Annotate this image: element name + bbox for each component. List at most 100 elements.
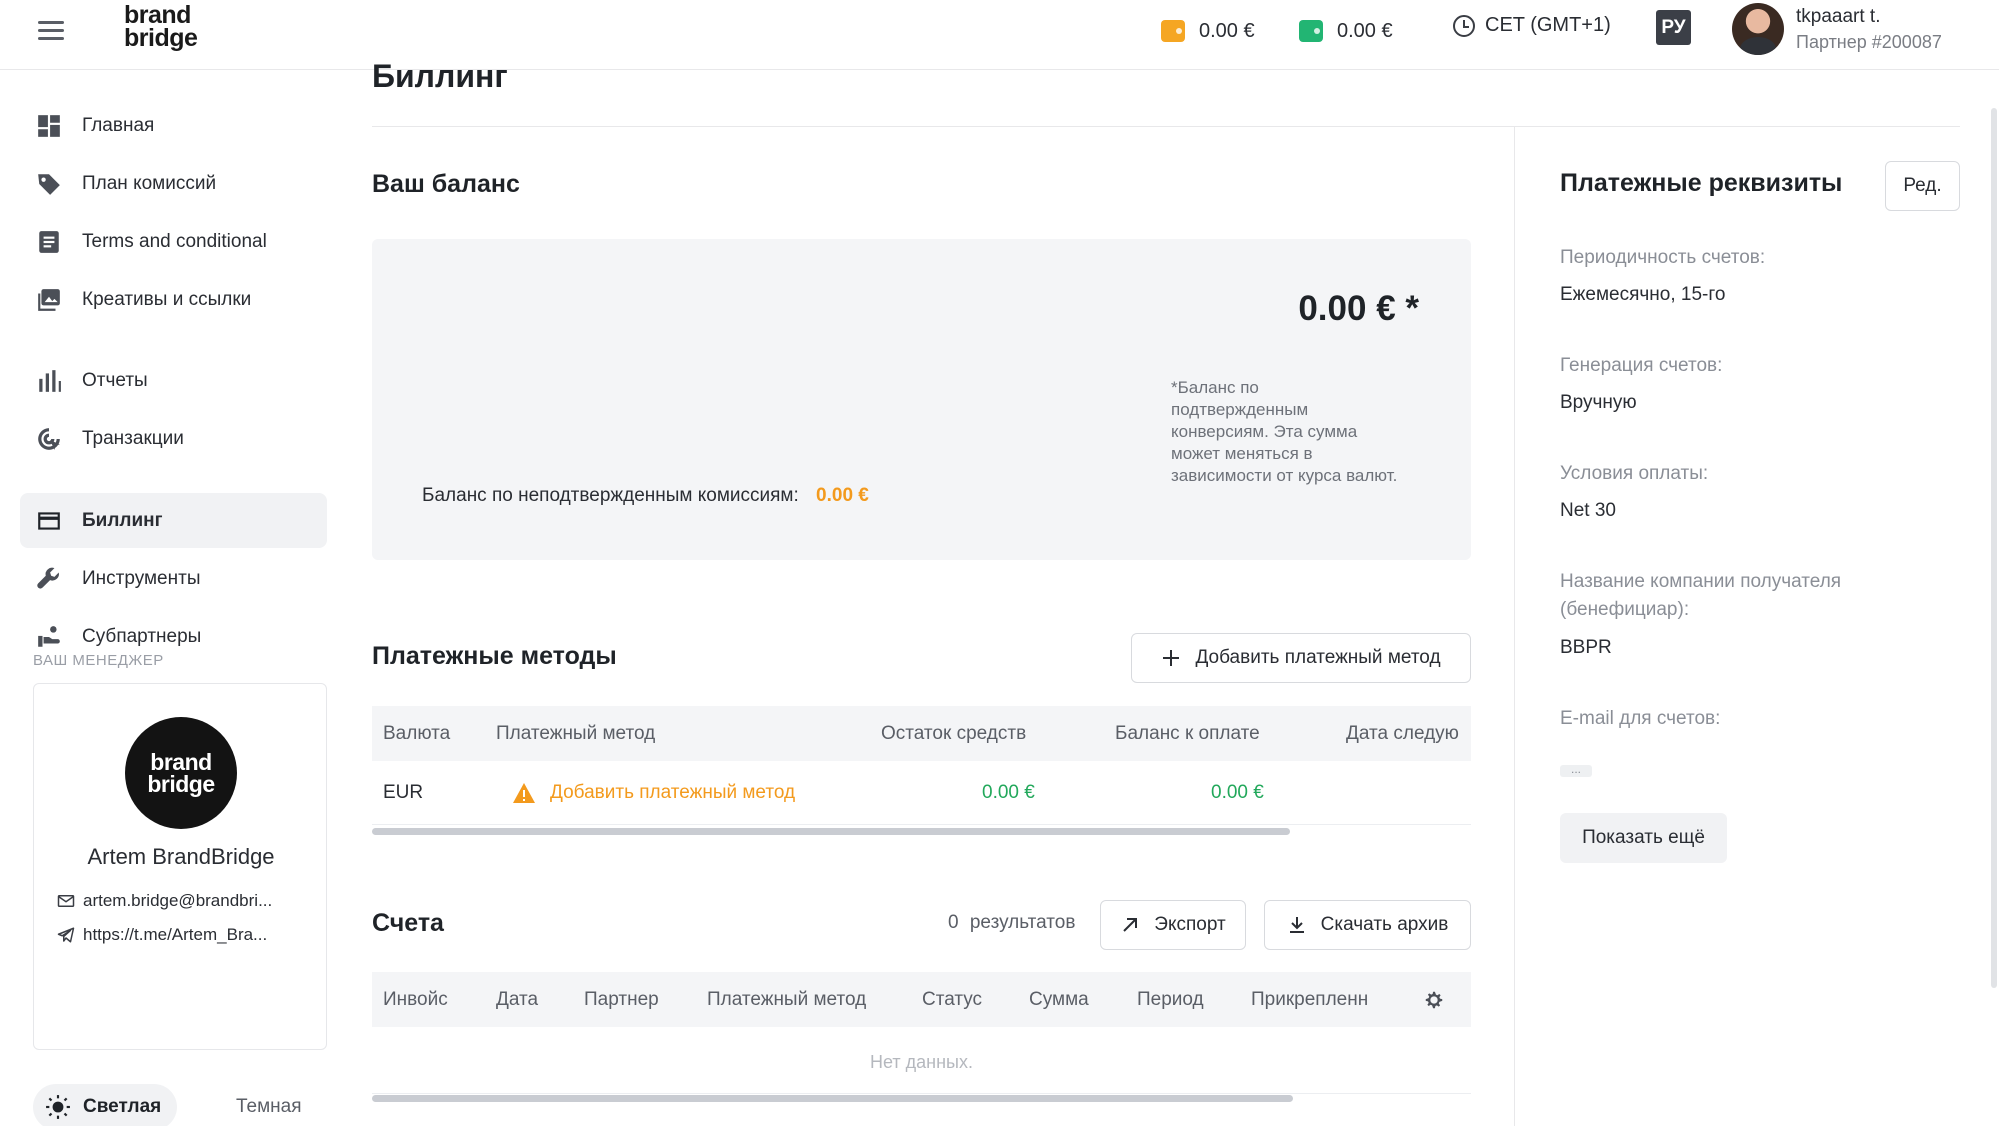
- document-icon: [36, 229, 62, 255]
- sidebar-item-home[interactable]: Главная: [20, 98, 327, 153]
- payment-methods-table-header: Валюта Платежный метод Остаток средств Б…: [372, 706, 1471, 761]
- column-header[interactable]: Инвойс: [383, 972, 448, 1027]
- results-count-value: 0: [948, 912, 959, 933]
- currency-cell: EUR: [383, 782, 424, 803]
- manager-logo-line-2: bridge: [147, 771, 215, 797]
- theme-light-toggle[interactable]: Светлая: [33, 1084, 178, 1126]
- user-avatar[interactable]: [1732, 3, 1784, 55]
- sidebar-item-reports[interactable]: Отчеты: [20, 353, 327, 408]
- sidebar-item-transactions[interactable]: Транзакции: [20, 411, 327, 466]
- sun-icon: [46, 1095, 70, 1119]
- detail-label: Название компании получателя (бенефициар…: [1560, 571, 1842, 620]
- invoices-table-header: Инвойс Дата Партнер Платежный метод Стат…: [372, 972, 1471, 1027]
- sidebar-item-creatives[interactable]: Креативы и ссылки: [20, 272, 327, 327]
- invoices-heading: Счета: [372, 909, 444, 937]
- column-header[interactable]: Остаток средств: [881, 706, 1026, 761]
- detail-value-truncated: ...: [1560, 763, 1592, 777]
- logo-line-2: bridge: [124, 24, 198, 52]
- download-archive-button[interactable]: Скачать архив: [1264, 900, 1471, 950]
- theme-light-label: Светлая: [83, 1096, 162, 1117]
- edit-details-button[interactable]: Ред.: [1885, 161, 1960, 211]
- download-archive-label: Скачать архив: [1320, 914, 1449, 935]
- manager-logo-line-1: brand: [150, 749, 212, 775]
- dashboard-icon: [36, 113, 62, 139]
- column-header[interactable]: Сумма: [1029, 972, 1089, 1027]
- column-header[interactable]: Дата следую: [1346, 706, 1471, 761]
- manager-telegram[interactable]: https://t.me/Artem_Bra...: [57, 925, 317, 945]
- timezone-label: CET (GMT+1): [1485, 14, 1611, 36]
- arrow-up-right-icon: [1123, 918, 1138, 932]
- gear-icon[interactable]: [1423, 989, 1445, 1011]
- sidebar-item-label: Креативы и ссылки: [82, 288, 252, 310]
- wallet-balance-1[interactable]: 0.00 €: [1161, 16, 1255, 46]
- detail-value: Ежемесячно, 15-го: [1560, 284, 1726, 305]
- export-button[interactable]: Экспорт: [1100, 900, 1246, 950]
- column-header[interactable]: Валюта: [383, 706, 450, 761]
- column-header[interactable]: Платежный метод: [707, 972, 866, 1027]
- manager-email[interactable]: artem.bridge@brandbri...: [57, 891, 317, 911]
- column-header[interactable]: Дата: [496, 972, 538, 1027]
- timezone-selector[interactable]: CET (GMT+1): [1453, 14, 1611, 37]
- manager-telegram-text: https://t.me/Artem_Bra...: [83, 925, 268, 944]
- detail-value: Net 30: [1560, 500, 1616, 521]
- theme-dark-toggle[interactable]: Темная: [198, 1084, 302, 1126]
- sidebar-item-label: Биллинг: [82, 509, 163, 531]
- wrench-icon: [36, 566, 62, 592]
- wallet-icon: [1161, 20, 1185, 42]
- remaining-cell: 0.00 €: [982, 782, 1035, 803]
- show-more-button[interactable]: Показать ещё: [1560, 813, 1727, 863]
- sidebar-item-tools[interactable]: Инструменты: [20, 551, 327, 606]
- image-icon: [36, 287, 62, 313]
- horizontal-scrollbar[interactable]: [372, 1095, 1293, 1102]
- sidebar-item-label: Отчеты: [82, 369, 148, 391]
- sidebar-item-commission-plan[interactable]: План комиссий: [20, 156, 327, 211]
- wallet-icon: [1299, 20, 1323, 42]
- column-header[interactable]: Партнер: [584, 972, 659, 1027]
- sidebar-item-terms[interactable]: Terms and conditional: [20, 214, 327, 269]
- wallet-balance-1-value: 0.00 €: [1199, 19, 1255, 42]
- add-method-link[interactable]: Добавить платежный метод: [512, 761, 795, 825]
- partner-id: Партнер #200087: [1796, 32, 1942, 52]
- manager-avatar: brand bridge: [125, 717, 237, 829]
- user-name[interactable]: tkpaaart t.: [1796, 6, 1881, 28]
- results-count: 0 результатов: [948, 912, 1075, 934]
- wallet-balance-2-value: 0.00 €: [1337, 19, 1393, 42]
- language-switcher[interactable]: РУ: [1656, 10, 1691, 45]
- clock-icon: [1453, 14, 1475, 37]
- confirmed-balance: 0.00 € *: [1298, 289, 1419, 328]
- top-header: brand bridge 0.00 € 0.00 € CET (GMT+1) Р…: [0, 0, 1999, 70]
- detail-label: Условия оплаты:: [1560, 463, 1709, 484]
- sidebar-item-label: Субпартнеры: [82, 625, 202, 647]
- manager-email-text: artem.bridge@brandbri...: [83, 891, 273, 910]
- column-header[interactable]: Период: [1137, 972, 1204, 1027]
- warning-icon: [513, 783, 535, 803]
- sidebar-item-label: Terms and conditional: [82, 230, 267, 252]
- unconfirmed-balance-value: 0.00 €: [816, 485, 869, 506]
- sidebar-item-label: План комиссий: [82, 172, 217, 194]
- wallet-balance-2[interactable]: 0.00 €: [1299, 16, 1393, 46]
- export-label: Экспорт: [1154, 914, 1226, 935]
- detail-label: Генерация счетов:: [1560, 355, 1723, 376]
- table-row: EUR Добавить платежный метод 0.00 € 0.00…: [372, 761, 1471, 825]
- subpartners-icon: [36, 624, 62, 650]
- detail-value: BBPR: [1560, 637, 1612, 658]
- column-header[interactable]: Баланс к оплате: [1115, 706, 1260, 761]
- manager-section-label: ВАШ МЕНЕДЖЕР: [33, 652, 164, 669]
- balance-card: 0.00 € * *Баланс по подтвержденным конве…: [372, 239, 1471, 560]
- sidebar-item-billing[interactable]: Биллинг: [20, 493, 327, 548]
- page-title: Биллинг: [372, 58, 508, 92]
- page-scrollbar[interactable]: [1991, 108, 1997, 988]
- sidebar-item-label: Инструменты: [82, 567, 201, 589]
- column-header[interactable]: Статус: [922, 972, 982, 1027]
- unconfirmed-balance: Баланс по неподтвержденным комиссиям: 0.…: [422, 485, 869, 507]
- column-header[interactable]: Прикрепленн: [1251, 972, 1386, 1027]
- add-payment-method-button[interactable]: Добавить платежный метод: [1131, 633, 1471, 683]
- mail-icon: [57, 895, 75, 907]
- column-header[interactable]: Платежный метод: [496, 706, 655, 761]
- transactions-icon: [36, 426, 62, 452]
- unconfirmed-balance-label: Баланс по неподтвержденным комиссиям:: [422, 485, 799, 506]
- menu-burger-icon[interactable]: [38, 18, 64, 40]
- horizontal-scrollbar[interactable]: [372, 828, 1290, 835]
- balance-note: *Баланс по подтвержденным конверсиям. Эт…: [1171, 378, 1398, 485]
- brand-logo[interactable]: brand bridge: [124, 3, 198, 52]
